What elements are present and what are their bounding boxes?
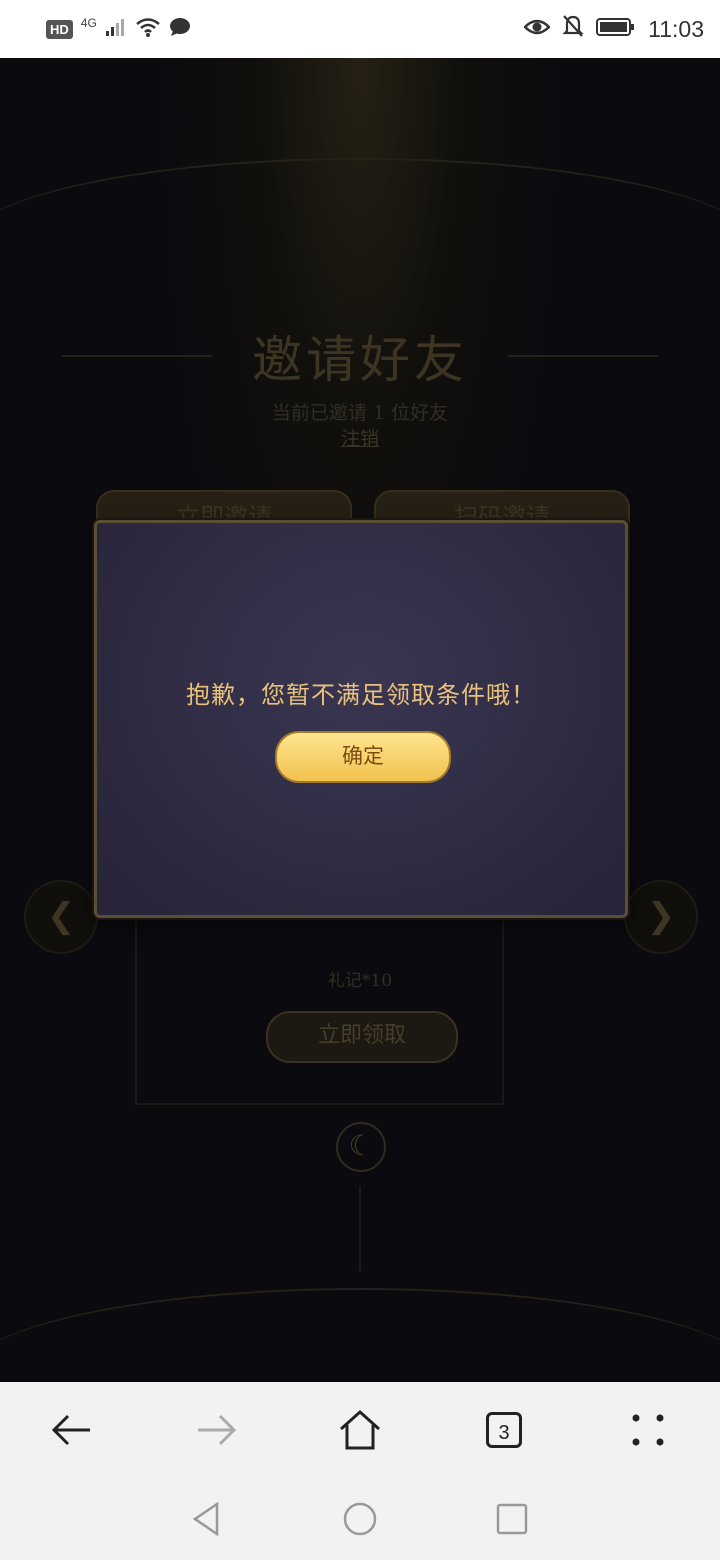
browser-toolbar: 3 (0, 1382, 720, 1477)
nav-home-icon[interactable] (336, 1495, 384, 1543)
system-nav-bar (0, 1477, 720, 1560)
back-arrow-icon[interactable] (44, 1402, 100, 1458)
eye-icon (523, 16, 551, 43)
confirm-button[interactable]: 确定 (275, 731, 451, 783)
alert-dialog: 抱歉，您暂不满足领取条件哦！ 确定 (94, 520, 628, 918)
hd-badge: HD (46, 19, 73, 39)
tabs-button[interactable]: 3 (476, 1402, 532, 1458)
clock-time: 11:03 (648, 15, 704, 42)
mute-bell-icon (562, 14, 584, 44)
signal-icon (105, 17, 127, 41)
home-icon[interactable] (332, 1402, 388, 1458)
battery-icon (596, 16, 636, 43)
more-menu-icon[interactable] (620, 1402, 676, 1458)
wifi-icon (135, 16, 161, 42)
forward-arrow-icon[interactable] (188, 1402, 244, 1458)
tabs-count: 3 (486, 1412, 522, 1448)
nav-recents-icon[interactable] (488, 1495, 536, 1543)
status-bar: HD 4G 11:03 (0, 0, 720, 58)
message-icon (169, 17, 191, 41)
dialog-message: 抱歉，您暂不满足领取条件哦！ (186, 681, 536, 709)
network-type-label: 4G (80, 16, 97, 30)
nav-back-icon[interactable] (182, 1495, 230, 1543)
